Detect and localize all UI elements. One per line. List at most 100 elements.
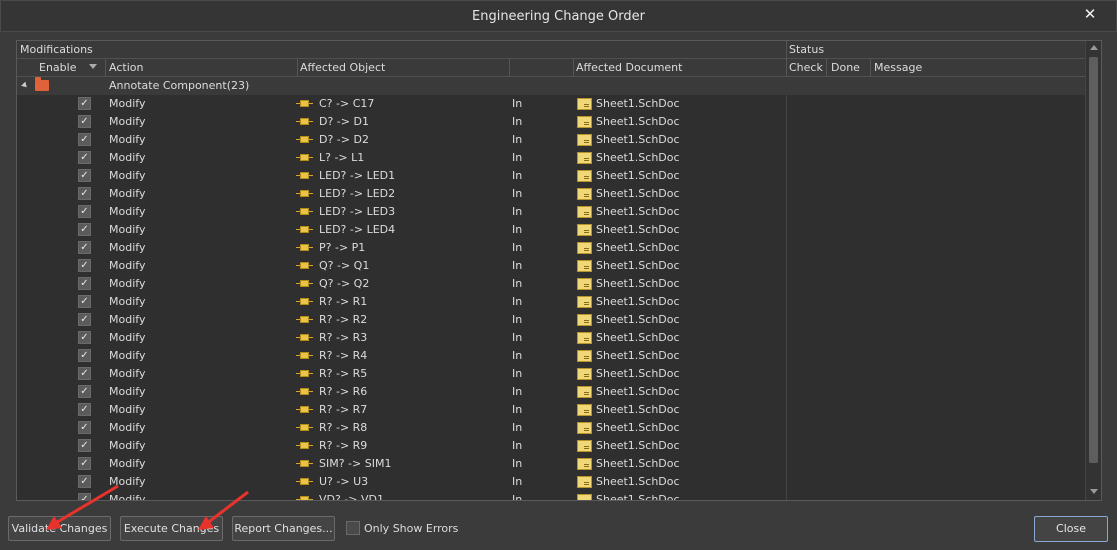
- schematic-document-icon: [577, 332, 592, 344]
- enable-checkbox[interactable]: ✓: [78, 385, 91, 398]
- enable-checkbox[interactable]: ✓: [78, 97, 91, 110]
- table-row[interactable]: ✓ Modify D? -> D2 In Sheet1.SchDoc: [17, 131, 1085, 149]
- enable-checkbox[interactable]: ✓: [78, 475, 91, 488]
- table-row[interactable]: ✓ Modify Q? -> Q1 In Sheet1.SchDoc: [17, 257, 1085, 275]
- enable-checkbox[interactable]: ✓: [78, 187, 91, 200]
- enable-checkbox[interactable]: ✓: [78, 493, 91, 500]
- enable-checkbox[interactable]: ✓: [78, 457, 91, 470]
- action-cell: Modify: [109, 457, 146, 470]
- table-row[interactable]: ✓ Modify R? -> R1 In Sheet1.SchDoc: [17, 293, 1085, 311]
- only-show-errors-checkbox[interactable]: [346, 521, 360, 535]
- action-cell: Modify: [109, 421, 146, 434]
- check-column-header[interactable]: Check: [789, 61, 823, 74]
- affected-document-cell: Sheet1.SchDoc: [596, 457, 680, 470]
- affected-document-column-header[interactable]: Affected Document: [576, 61, 682, 74]
- component-icon: [296, 334, 313, 341]
- table-row[interactable]: ✓ Modify R? -> R8 In Sheet1.SchDoc: [17, 419, 1085, 437]
- table-row[interactable]: ✓ Modify R? -> R6 In Sheet1.SchDoc: [17, 383, 1085, 401]
- enable-checkbox[interactable]: ✓: [78, 439, 91, 452]
- enable-checkbox[interactable]: ✓: [78, 331, 91, 344]
- action-cell: Modify: [109, 313, 146, 326]
- schematic-document-icon: [577, 206, 592, 218]
- table-row[interactable]: ✓ Modify Q? -> Q2 In Sheet1.SchDoc: [17, 275, 1085, 293]
- affected-document-cell: Sheet1.SchDoc: [596, 151, 680, 164]
- close-button[interactable]: Close: [1034, 516, 1108, 542]
- close-icon[interactable]: ✕: [1082, 6, 1098, 22]
- action-cell: Modify: [109, 493, 146, 501]
- table-row[interactable]: ✓ Modify LED? -> LED2 In Sheet1.SchDoc: [17, 185, 1085, 203]
- table-row[interactable]: ✓ Modify R? -> R9 In Sheet1.SchDoc: [17, 437, 1085, 455]
- schematic-document-icon: [577, 188, 592, 200]
- component-icon: [296, 370, 313, 377]
- affected-object-cell: Q? -> Q2: [319, 277, 370, 290]
- table-row[interactable]: ✓ Modify SIM? -> SIM1 In Sheet1.SchDoc: [17, 455, 1085, 473]
- direction-cell: In: [512, 151, 523, 164]
- enable-checkbox[interactable]: ✓: [78, 313, 91, 326]
- enable-checkbox[interactable]: ✓: [78, 421, 91, 434]
- table-row[interactable]: ✓ Modify VD? -> VD1 In Sheet1.SchDoc: [17, 491, 1085, 501]
- table-row[interactable]: ✓ Modify R? -> R4 In Sheet1.SchDoc: [17, 347, 1085, 365]
- scroll-up-icon[interactable]: [1090, 45, 1098, 50]
- enable-checkbox[interactable]: ✓: [78, 259, 91, 272]
- validate-changes-button[interactable]: Validate Changes: [8, 516, 111, 541]
- enable-checkbox[interactable]: ✓: [78, 277, 91, 290]
- affected-document-cell: Sheet1.SchDoc: [596, 205, 680, 218]
- table-row[interactable]: ✓ Modify R? -> R7 In Sheet1.SchDoc: [17, 401, 1085, 419]
- enable-checkbox[interactable]: ✓: [78, 151, 91, 164]
- enable-checkbox[interactable]: ✓: [78, 115, 91, 128]
- enable-checkbox[interactable]: ✓: [78, 223, 91, 236]
- group-row-annotate-component[interactable]: Annotate Component(23): [17, 77, 1085, 95]
- table-row[interactable]: ✓ Modify U? -> U3 In Sheet1.SchDoc: [17, 473, 1085, 491]
- enable-checkbox[interactable]: ✓: [78, 169, 91, 182]
- table-row[interactable]: ✓ Modify LED? -> LED4 In Sheet1.SchDoc: [17, 221, 1085, 239]
- changes-grid[interactable]: Modifications Status Enable Action Affec…: [16, 40, 1102, 501]
- enable-checkbox[interactable]: ✓: [78, 367, 91, 380]
- action-cell: Modify: [109, 241, 146, 254]
- schematic-document-icon: [577, 296, 592, 308]
- enable-checkbox[interactable]: ✓: [78, 133, 91, 146]
- table-row[interactable]: ✓ Modify P? -> P1 In Sheet1.SchDoc: [17, 239, 1085, 257]
- action-cell: Modify: [109, 151, 146, 164]
- action-cell: Modify: [109, 385, 146, 398]
- direction-cell: In: [512, 421, 523, 434]
- table-row[interactable]: ✓ Modify C? -> C17 In Sheet1.SchDoc: [17, 95, 1085, 113]
- sort-down-icon[interactable]: [89, 64, 97, 69]
- vertical-scrollbar[interactable]: [1085, 41, 1101, 500]
- scroll-down-icon[interactable]: [1090, 489, 1098, 494]
- enable-checkbox[interactable]: ✓: [78, 349, 91, 362]
- enable-checkbox[interactable]: ✓: [78, 295, 91, 308]
- table-row[interactable]: ✓ Modify LED? -> LED3 In Sheet1.SchDoc: [17, 203, 1085, 221]
- rows-container: Annotate Component(23) ✓ Modify C? -> C17 I…: [17, 77, 1085, 501]
- enable-checkbox[interactable]: ✓: [78, 403, 91, 416]
- affected-document-cell: Sheet1.SchDoc: [596, 493, 680, 501]
- action-cell: Modify: [109, 115, 146, 128]
- affected-document-cell: Sheet1.SchDoc: [596, 367, 680, 380]
- done-column-header[interactable]: Done: [831, 61, 860, 74]
- message-column-header[interactable]: Message: [874, 61, 922, 74]
- affected-object-cell: LED? -> LED4: [319, 223, 396, 236]
- affected-document-cell: Sheet1.SchDoc: [596, 313, 680, 326]
- direction-cell: In: [512, 475, 523, 488]
- schematic-document-icon: [577, 152, 592, 164]
- table-row[interactable]: ✓ Modify R? -> R2 In Sheet1.SchDoc: [17, 311, 1085, 329]
- affected-object-cell: P? -> P1: [319, 241, 366, 254]
- report-changes-button[interactable]: Report Changes...: [232, 516, 335, 541]
- component-icon: [296, 262, 313, 269]
- table-row[interactable]: ✓ Modify R? -> R5 In Sheet1.SchDoc: [17, 365, 1085, 383]
- expand-collapse-icon[interactable]: [21, 81, 29, 90]
- table-row[interactable]: ✓ Modify L? -> L1 In Sheet1.SchDoc: [17, 149, 1085, 167]
- affected-document-cell: Sheet1.SchDoc: [596, 331, 680, 344]
- table-row[interactable]: ✓ Modify R? -> R3 In Sheet1.SchDoc: [17, 329, 1085, 347]
- action-column-header[interactable]: Action: [109, 61, 143, 74]
- direction-cell: In: [512, 205, 523, 218]
- affected-object-column-header[interactable]: Affected Object: [300, 61, 385, 74]
- affected-document-cell: Sheet1.SchDoc: [596, 223, 680, 236]
- enable-column-header[interactable]: Enable: [39, 61, 76, 74]
- table-row[interactable]: ✓ Modify D? -> D1 In Sheet1.SchDoc: [17, 113, 1085, 131]
- execute-changes-button[interactable]: Execute Changes: [120, 516, 223, 541]
- scroll-thumb[interactable]: [1089, 57, 1098, 463]
- enable-checkbox[interactable]: ✓: [78, 205, 91, 218]
- enable-checkbox[interactable]: ✓: [78, 241, 91, 254]
- table-row[interactable]: ✓ Modify LED? -> LED1 In Sheet1.SchDoc: [17, 167, 1085, 185]
- action-cell: Modify: [109, 97, 146, 110]
